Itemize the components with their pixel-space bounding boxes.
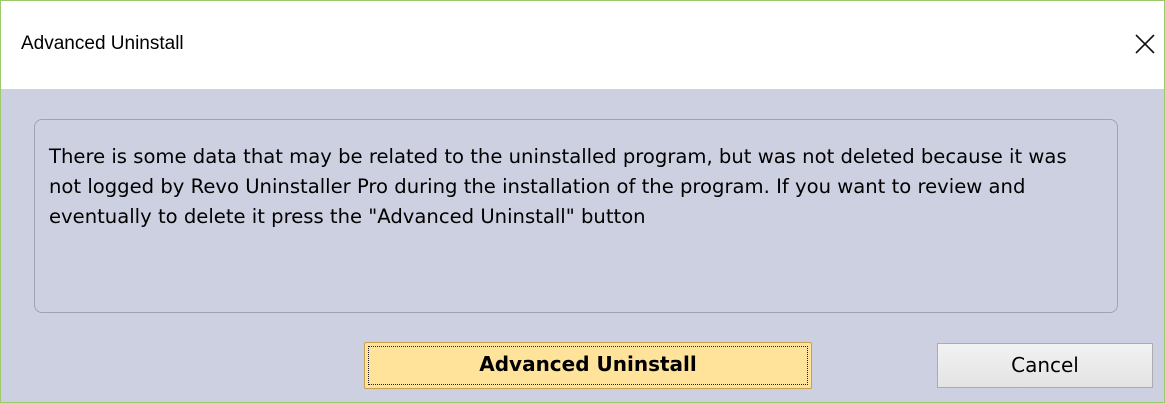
dialog-window: Advanced Uninstall There is some data th… [0,0,1165,403]
message-panel: There is some data that may be related t… [34,119,1118,313]
title-bar[interactable]: Advanced Uninstall [1,1,1164,89]
cancel-button[interactable]: Cancel [937,343,1153,388]
advanced-uninstall-button-label: Advanced Uninstall [479,352,697,376]
cancel-button-label: Cancel [1011,353,1079,377]
window-title: Advanced Uninstall [21,33,184,54]
close-icon [1135,34,1155,54]
dialog-body: There is some data that may be related t… [1,89,1164,402]
advanced-uninstall-button[interactable]: Advanced Uninstall [364,342,812,389]
message-text: There is some data that may be related t… [49,145,1067,228]
close-button[interactable] [1124,19,1164,69]
